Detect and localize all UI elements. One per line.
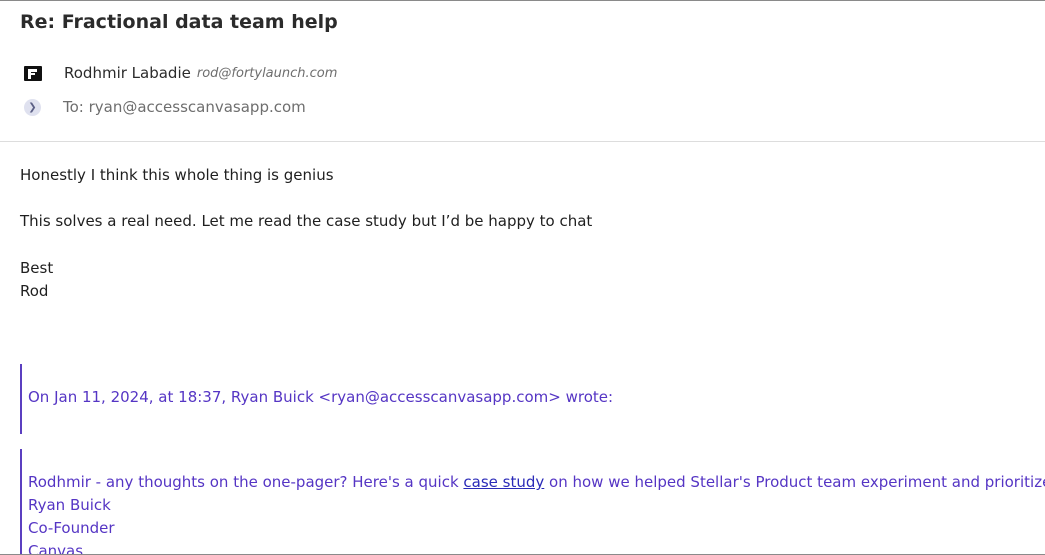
quoted-header-block: On Jan 11, 2024, at 18:37, Ryan Buick <r… bbox=[20, 364, 613, 434]
quoted-text-before-link: Rodhmir - any thoughts on the one-pager?… bbox=[28, 473, 464, 491]
quoted-sig-company: Canvas bbox=[28, 542, 84, 555]
email-view: Re: Fractional data team help Rodhmir La… bbox=[0, 0, 1045, 555]
body-signoff: Best bbox=[20, 259, 54, 277]
quoted-header: On Jan 11, 2024, at 18:37, Ryan Buick <r… bbox=[28, 388, 614, 406]
fortylaunch-logo-icon bbox=[24, 65, 42, 81]
recipients-row: ❯ To: ryan@accesscanvasapp.com bbox=[24, 97, 306, 117]
quoted-message-block: Rodhmir - any thoughts on the one-pager?… bbox=[20, 449, 1045, 555]
to-recipients: To: ryan@accesscanvasapp.com bbox=[63, 98, 306, 116]
chevron-right-icon[interactable]: ❯ bbox=[24, 98, 41, 116]
sender-name: Rodhmir Labadie bbox=[64, 64, 191, 82]
quoted-text-after-link: on how we helped Stellar's Product team … bbox=[549, 473, 1045, 491]
body-line-1: Honestly I think this whole thing is gen… bbox=[20, 166, 334, 184]
body-line-2: This solves a real need. Let me read the… bbox=[20, 212, 593, 230]
quoted-sig-title: Co-Founder bbox=[28, 519, 115, 537]
sender-row: Rodhmir Labadie rod@fortylaunch.com bbox=[24, 63, 337, 83]
case-study-link[interactable]: case study bbox=[463, 473, 544, 491]
sender-email: rod@fortylaunch.com bbox=[196, 65, 338, 81]
email-subject: Re: Fractional data team help bbox=[20, 11, 338, 33]
header-divider bbox=[0, 141, 1045, 142]
quoted-sig-name: Ryan Buick bbox=[28, 496, 111, 514]
body-signature: Rod bbox=[20, 282, 49, 300]
quoted-message-line: Rodhmir - any thoughts on the one-pager?… bbox=[28, 471, 1045, 494]
